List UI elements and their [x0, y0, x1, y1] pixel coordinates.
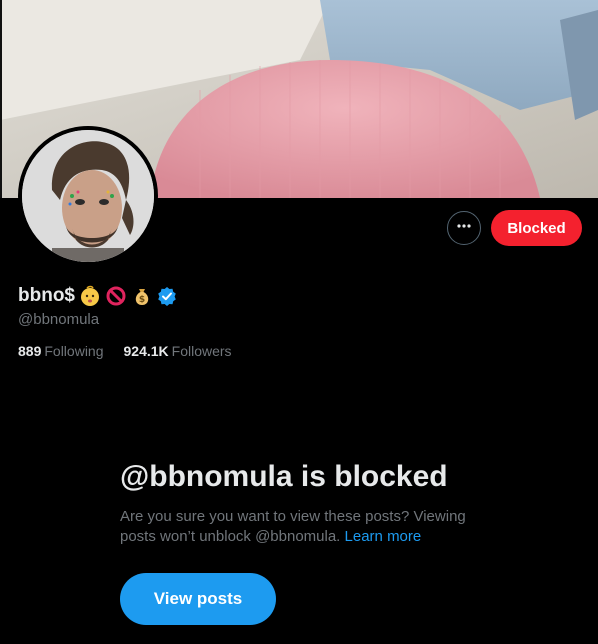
money-bag-icon: $: [131, 285, 153, 307]
learn-more-link[interactable]: Learn more: [345, 528, 422, 545]
blocked-button[interactable]: Blocked: [491, 210, 582, 246]
avatar[interactable]: [18, 126, 158, 266]
svg-text:$: $: [139, 295, 145, 305]
profile-name-row: bbno$ $: [18, 283, 177, 309]
following-link[interactable]: 889 Following: [18, 343, 104, 359]
baby-face-icon: [79, 285, 101, 307]
more-horizontal-icon: [456, 218, 472, 239]
display-name: bbno$: [18, 285, 75, 306]
follow-stats: 889 Following 924.1K Followers: [18, 343, 232, 359]
blocked-button-label: Blocked: [507, 219, 566, 237]
prohibited-icon: [105, 285, 127, 307]
followers-count: 924.1K: [123, 343, 169, 359]
verified-badge-icon[interactable]: [157, 286, 177, 306]
view-posts-button[interactable]: View posts: [120, 573, 276, 625]
blocked-notice-title: @bbnomula is blocked: [120, 460, 448, 493]
avatar-photo: [22, 130, 154, 262]
view-posts-label: View posts: [153, 589, 243, 608]
followers-link[interactable]: 924.1K Followers: [124, 343, 232, 359]
more-button[interactable]: [447, 211, 481, 245]
blocked-notice-description: Are you sure you want to view these post…: [120, 507, 490, 547]
profile-handle: @bbnomula: [18, 311, 100, 328]
following-count: 889: [18, 343, 42, 359]
followers-label: Followers: [171, 343, 232, 359]
following-label: Following: [44, 343, 104, 359]
